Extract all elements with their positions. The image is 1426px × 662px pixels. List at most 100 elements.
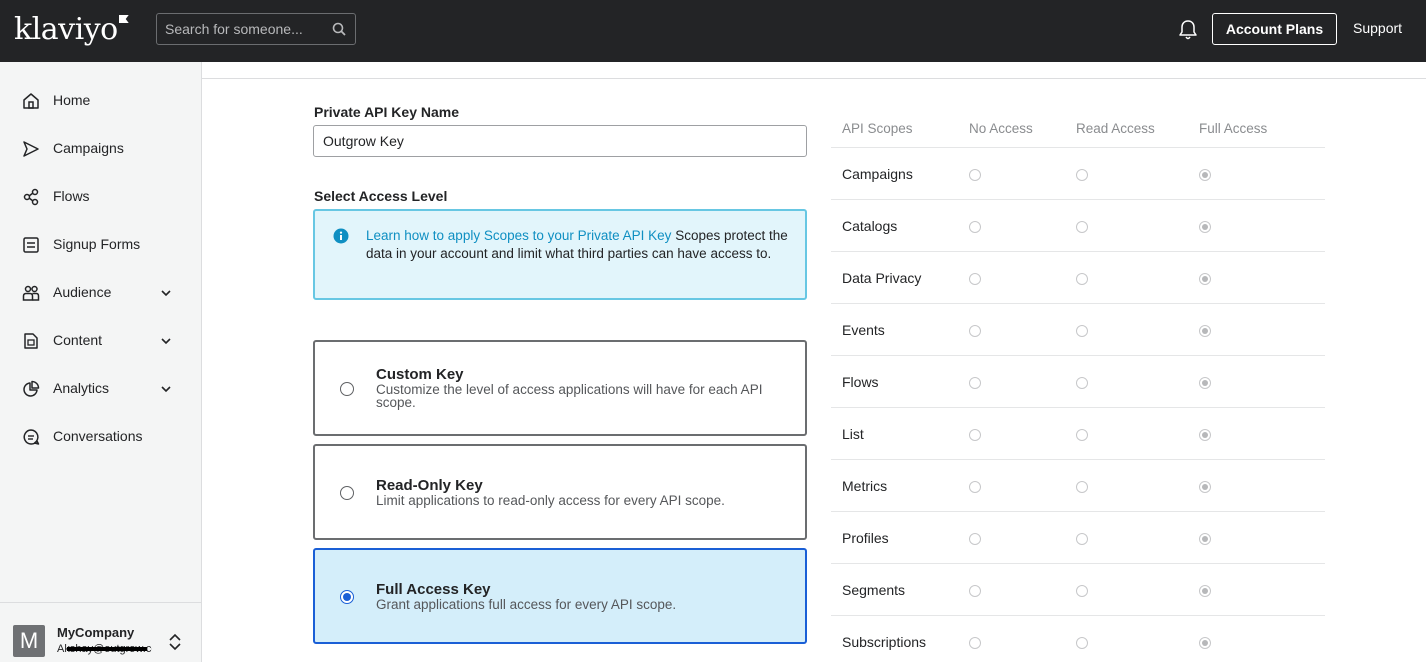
read-access-radio[interactable]	[1076, 533, 1088, 545]
klaviyo-logo[interactable]: klaviyo	[14, 12, 129, 47]
table-row: Campaigns	[831, 148, 1325, 200]
scopes-help-link[interactable]: Learn how to apply Scopes to your Privat…	[366, 228, 671, 243]
people-icon	[22, 285, 40, 301]
form-icon	[23, 237, 39, 253]
avatar: M	[13, 625, 45, 657]
scope-name: Data Privacy	[842, 270, 922, 286]
table-row: Data Privacy	[831, 252, 1325, 304]
sidebar-item-conversations[interactable]: Conversations	[0, 417, 201, 457]
table-row: Events	[831, 304, 1325, 356]
key-option-title: Custom Key	[376, 366, 464, 383]
chevron-down-icon[interactable]	[160, 383, 172, 395]
no-access-radio[interactable]	[969, 325, 981, 337]
read-access-radio[interactable]	[1076, 429, 1088, 441]
no-access-radio[interactable]	[969, 637, 981, 649]
no-access-radio[interactable]	[969, 169, 981, 181]
key-option-description: Customize the level of access applicatio…	[376, 382, 763, 410]
account-company-name: MyCompany	[57, 625, 135, 640]
sidebar-item-label: Signup Forms	[53, 236, 141, 252]
sidebar-item-label: Analytics	[53, 380, 110, 396]
key-option-title: Full Access Key	[376, 581, 491, 598]
account-switcher[interactable]: M MyCompany Akshay@outgrow.co	[0, 602, 201, 662]
info-icon	[333, 228, 349, 244]
sidebar-item-label: Conversations	[53, 428, 143, 444]
full-access-radio[interactable]	[1199, 377, 1211, 389]
sidebar-item-label: Audience	[53, 284, 112, 300]
no-access-radio[interactable]	[969, 221, 981, 233]
expand-collapse-icon[interactable]	[168, 632, 182, 652]
search-icon[interactable]	[332, 22, 346, 36]
sidebar-item-audience[interactable]: Audience	[0, 273, 201, 313]
search-input[interactable]	[165, 20, 325, 38]
full-access-radio[interactable]	[1199, 429, 1211, 441]
key-option-title: Read-Only Key	[376, 477, 483, 494]
table-row: Profiles	[831, 512, 1325, 564]
scope-name: Subscriptions	[842, 634, 927, 650]
key-name-label: Private API Key Name	[314, 104, 459, 120]
custom-key-radio[interactable]	[340, 382, 354, 396]
table-row: Metrics	[831, 460, 1325, 512]
scopes-info-callout: Learn how to apply Scopes to your Privat…	[313, 209, 807, 300]
notifications-bell-icon[interactable]	[1178, 19, 1198, 41]
search-box[interactable]	[156, 13, 356, 45]
table-row: List	[831, 408, 1325, 460]
no-access-radio[interactable]	[969, 273, 981, 285]
read-access-radio[interactable]	[1076, 221, 1088, 233]
sidebar-item-label: Campaigns	[53, 140, 124, 156]
column-header: No Access	[969, 121, 1033, 136]
content-icon	[24, 333, 38, 349]
read-access-radio[interactable]	[1076, 169, 1088, 181]
key-name-input[interactable]	[313, 125, 807, 157]
full-access-radio[interactable]	[1199, 533, 1211, 545]
scope-name: Metrics	[842, 478, 888, 494]
read-access-radio[interactable]	[1076, 377, 1088, 389]
table-row: Subscriptions	[831, 616, 1325, 662]
full-access-radio[interactable]	[1199, 273, 1211, 285]
no-access-radio[interactable]	[969, 429, 981, 441]
no-access-radio[interactable]	[969, 377, 981, 389]
read-access-radio[interactable]	[1076, 273, 1088, 285]
sidebar-item-home[interactable]: Home	[0, 81, 201, 121]
read-only-key-option[interactable]: Read-Only Key Limit applications to read…	[313, 444, 807, 540]
full-access-radio[interactable]	[1199, 637, 1211, 649]
flows-icon	[23, 188, 39, 206]
column-header: API Scopes	[842, 121, 913, 136]
scope-name: Campaigns	[842, 166, 913, 182]
key-option-description: Limit applications to read-only access f…	[376, 493, 725, 508]
column-header: Full Access	[1199, 121, 1268, 136]
no-access-radio[interactable]	[969, 533, 981, 545]
table-header: API Scopes No Access Read Access Full Ac…	[831, 110, 1325, 148]
full-access-radio[interactable]	[1199, 481, 1211, 493]
read-access-radio[interactable]	[1076, 481, 1088, 493]
header-divider	[202, 78, 1426, 79]
home-icon	[23, 93, 39, 109]
account-plans-button[interactable]: Account Plans	[1212, 13, 1337, 45]
full-access-key-option[interactable]: Full Access Key Grant applications full …	[313, 548, 807, 644]
full-access-radio[interactable]	[1199, 585, 1211, 597]
no-access-radio[interactable]	[969, 585, 981, 597]
read-only-key-radio[interactable]	[340, 486, 354, 500]
full-access-key-radio[interactable]	[340, 590, 354, 604]
full-access-radio[interactable]	[1199, 169, 1211, 181]
full-access-radio[interactable]	[1199, 221, 1211, 233]
sidebar-item-signup-forms[interactable]: Signup Forms	[0, 225, 201, 265]
sidebar-item-label: Home	[53, 92, 91, 108]
no-access-radio[interactable]	[969, 481, 981, 493]
read-access-radio[interactable]	[1076, 325, 1088, 337]
chevron-down-icon[interactable]	[160, 335, 172, 347]
full-access-radio[interactable]	[1199, 325, 1211, 337]
scope-name: Flows	[842, 374, 879, 390]
sidebar-item-flows[interactable]: Flows	[0, 177, 201, 217]
chevron-down-icon[interactable]	[160, 287, 172, 299]
table-row: Flows	[831, 356, 1325, 408]
sidebar-item-analytics[interactable]: Analytics	[0, 369, 201, 409]
sidebar-item-label: Content	[53, 332, 103, 348]
pie-chart-icon	[23, 380, 40, 397]
send-icon	[23, 141, 39, 157]
read-access-radio[interactable]	[1076, 637, 1088, 649]
read-access-radio[interactable]	[1076, 585, 1088, 597]
sidebar-item-content[interactable]: Content	[0, 321, 201, 361]
custom-key-option[interactable]: Custom Key Customize the level of access…	[313, 340, 807, 436]
sidebar-item-campaigns[interactable]: Campaigns	[0, 129, 201, 169]
support-link[interactable]: Support	[1353, 20, 1402, 36]
